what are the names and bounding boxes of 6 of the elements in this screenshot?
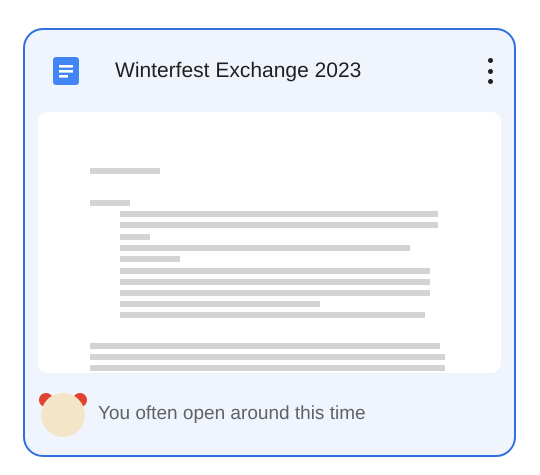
more-options-icon[interactable] (486, 58, 494, 84)
avatar-icon (38, 390, 88, 438)
document-title: Winterfest Exchange 2023 (115, 58, 362, 84)
document-card[interactable]: Winterfest Exchange 2023 You often open around this time (23, 28, 516, 457)
suggestion-reason: You often open around this time (98, 402, 366, 426)
document-icon (53, 57, 79, 85)
